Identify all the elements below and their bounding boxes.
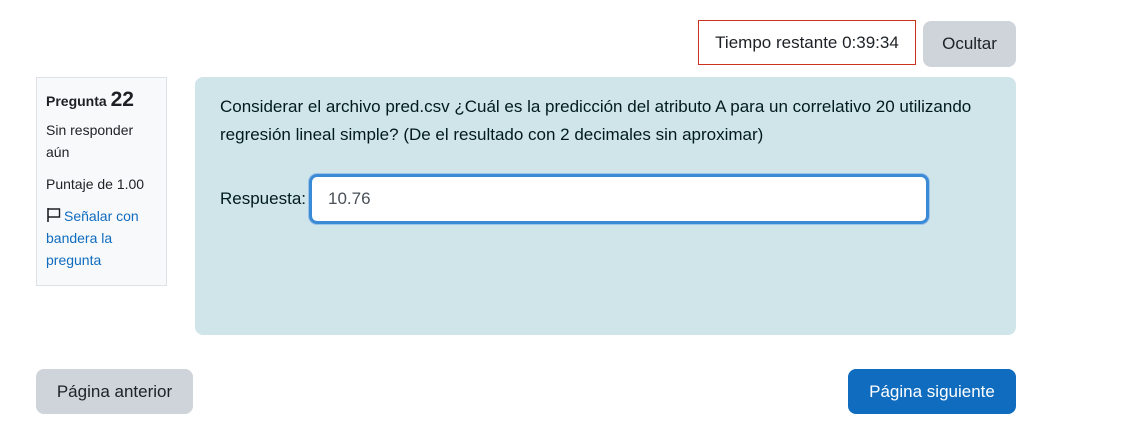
flag-icon bbox=[47, 208, 61, 222]
answer-input[interactable] bbox=[309, 174, 929, 224]
question-content: Considerar el archivo pred.csv ¿Cuál es … bbox=[195, 77, 1016, 335]
timer-label: Tiempo restante 0:39:34 bbox=[715, 32, 899, 52]
question-number-value: 22 bbox=[110, 88, 134, 111]
quiz-timer: Tiempo restante 0:39:34 bbox=[698, 20, 916, 65]
question-grade: Puntaje de 1.00 bbox=[46, 176, 145, 192]
next-page-button[interactable]: Página siguiente bbox=[848, 369, 1016, 414]
question-state: Sin responder aún bbox=[46, 122, 134, 160]
answer-label: Respuesta: bbox=[220, 189, 306, 208]
previous-page-button[interactable]: Página anterior bbox=[36, 369, 193, 414]
question-number: Pregunta 22 bbox=[46, 88, 157, 113]
question-info-panel: Pregunta 22 Sin responder aún Puntaje de… bbox=[36, 77, 167, 286]
quiz-page: Tiempo restante 0:39:34 Ocultar Pregunta… bbox=[0, 0, 1131, 433]
question-number-prefix: Pregunta bbox=[46, 93, 107, 109]
question-text: Considerar el archivo pred.csv ¿Cuál es … bbox=[220, 97, 972, 144]
answer-row: Respuesta: bbox=[220, 174, 929, 224]
flag-question-link[interactable]: Señalar con bandera la pregunta bbox=[46, 205, 157, 271]
hide-timer-button[interactable]: Ocultar bbox=[923, 21, 1016, 67]
